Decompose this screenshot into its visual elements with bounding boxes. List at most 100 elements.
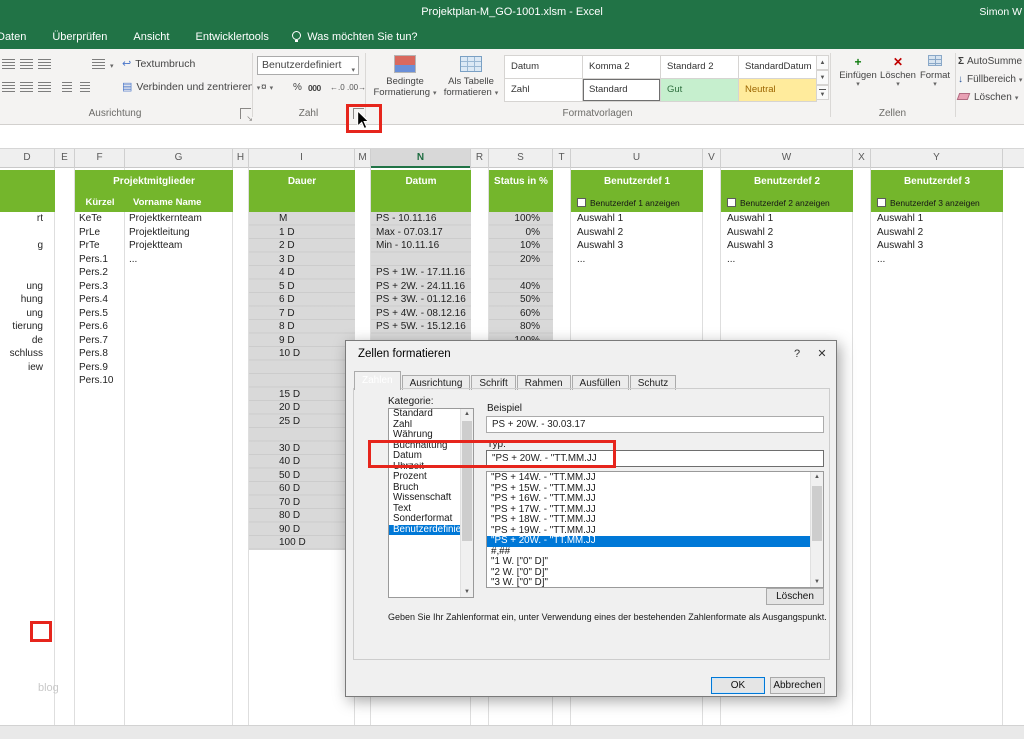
align-top-icon[interactable] — [2, 59, 15, 69]
cell[interactable]: ... — [129, 253, 233, 267]
cell[interactable]: 15 D — [279, 388, 355, 402]
ok-button[interactable]: OK — [711, 677, 765, 694]
cell[interactable]: PS + 2W. - 24.11.16 — [376, 280, 471, 294]
align-right-icon[interactable] — [38, 82, 51, 92]
wrap-text-button[interactable]: ↩Textumbruch — [122, 57, 195, 70]
fill-button[interactable]: ↓Füllbereich▾ — [958, 73, 1022, 88]
format-option[interactable]: "PS + 19W. - "TT.MM.JJ — [487, 526, 810, 537]
category-scrollbar[interactable]: ▲ ▼ — [460, 409, 473, 597]
header-benutzerdef2[interactable]: Benutzerdef 2 Benutzerdef 2 anzeigen — [721, 170, 853, 212]
cell[interactable]: PrTe — [79, 239, 125, 253]
cell[interactable]: 20 D — [279, 401, 355, 415]
scroll-up-icon[interactable]: ▲ — [461, 411, 473, 417]
gallery-down-button[interactable]: ▼ — [816, 70, 829, 85]
format-option[interactable]: "PS + 20W. - "TT.MM.JJ — [487, 536, 810, 547]
header-colD[interactable] — [0, 170, 55, 212]
cell[interactable]: 7 D — [279, 307, 355, 321]
format-option[interactable]: "PS + 16W. - "TT.MM.JJ — [487, 494, 810, 505]
scroll-up-icon[interactable]: ▲ — [811, 474, 823, 480]
cell[interactable]: ... — [727, 253, 853, 267]
align-middle-icon[interactable] — [20, 59, 33, 69]
column-header-X[interactable]: X — [853, 149, 871, 168]
header-datum[interactable]: Datum — [371, 170, 471, 212]
cell[interactable]: Auswahl 3 — [877, 239, 1003, 253]
cell[interactable]: 5 D — [279, 280, 355, 294]
cell[interactable]: KeTe — [79, 212, 125, 226]
cell[interactable]: PrLe — [79, 226, 125, 240]
align-center-icon[interactable] — [20, 82, 33, 92]
cell[interactable] — [0, 266, 43, 280]
header-status[interactable]: Status in % — [489, 170, 553, 212]
cell[interactable]: 70 D — [279, 496, 355, 510]
column-header-W[interactable]: W — [721, 149, 853, 168]
format-option[interactable]: "1 W. ["0" D]" — [487, 557, 810, 568]
cell[interactable]: M — [279, 212, 355, 226]
cell[interactable]: Pers.5 — [79, 307, 125, 321]
cell[interactable]: 40 D — [279, 455, 355, 469]
decrease-decimal-button[interactable]: .00→ — [347, 83, 366, 92]
cell[interactable]: Projektleitung — [129, 226, 233, 240]
account-name[interactable]: Simon W — [979, 0, 1022, 25]
delete-cells-button[interactable]: ✕ Löschen ▾ — [878, 54, 918, 89]
column-header-I[interactable]: I — [249, 149, 355, 168]
benutzerdef1-checkbox[interactable] — [577, 198, 586, 207]
cell[interactable]: Pers.2 — [79, 266, 125, 280]
format-option[interactable]: "PS + 18W. - "TT.MM.JJ — [487, 515, 810, 526]
cell[interactable]: 8 D — [279, 320, 355, 334]
cell[interactable]: ung — [0, 307, 43, 321]
header-dauer[interactable]: Dauer — [249, 170, 355, 212]
scroll-thumb[interactable] — [812, 486, 822, 541]
cell[interactable]: ... — [577, 253, 703, 267]
alignment-dialog-launcher[interactable] — [240, 108, 251, 119]
accounting-format-button[interactable]: ¤▾ — [261, 82, 273, 93]
insert-cells-button[interactable]: + Einfügen ▾ — [838, 54, 878, 89]
cell[interactable]: 60% — [489, 307, 540, 321]
ribbon-tab[interactable]: Überprüfen — [39, 25, 120, 49]
column-header-M[interactable]: M — [355, 149, 371, 168]
align-left-icon[interactable] — [2, 82, 15, 92]
close-button[interactable]: ✕ — [810, 341, 834, 367]
cell[interactable]: 50% — [489, 293, 540, 307]
cell[interactable]: 1 D — [279, 226, 355, 240]
cell[interactable]: Projektkernteam — [129, 212, 233, 226]
cell[interactable]: Projektteam — [129, 239, 233, 253]
column-header-F[interactable]: F — [75, 149, 125, 168]
cell[interactable]: 2 D — [279, 239, 355, 253]
number-format-select[interactable]: Benutzerdefiniert ▾ — [257, 56, 359, 75]
column-header-U[interactable]: U — [571, 149, 703, 168]
format-as-table-button[interactable]: Als Tabelle formatieren▾ — [440, 53, 502, 105]
column-header-S[interactable]: S — [489, 149, 553, 168]
cell[interactable]: tierung — [0, 320, 43, 334]
cell[interactable]: Pers.3 — [79, 280, 125, 294]
gallery-up-button[interactable]: ▲ — [816, 55, 829, 70]
cell[interactable]: 3 D — [279, 253, 355, 267]
column-header-Y[interactable]: Y — [871, 149, 1003, 168]
format-option[interactable]: "3 W. ["0" D]" — [487, 578, 810, 589]
format-scrollbar[interactable]: ▲ ▼ — [810, 472, 823, 587]
style-standard2[interactable]: Standard 2 — [661, 56, 738, 78]
cell[interactable] — [489, 266, 540, 280]
ribbon-tab[interactable]: Ansicht — [120, 25, 182, 49]
cell[interactable]: schluss — [0, 347, 43, 361]
cell[interactable]: Auswahl 1 — [727, 212, 853, 226]
cell[interactable] — [279, 428, 355, 442]
header-benutzerdef3[interactable]: Benutzerdef 3 Benutzerdef 3 anzeigen — [871, 170, 1003, 212]
gallery-more-button[interactable]: ▼ — [816, 85, 829, 100]
cell[interactable]: PS + 3W. - 01.12.16 — [376, 293, 471, 307]
cell[interactable]: 100% — [489, 212, 540, 226]
clear-button[interactable]: Löschen▾ — [958, 91, 1018, 106]
orientation-icon[interactable] — [92, 59, 105, 69]
format-option[interactable]: "2 W. ["0" D]" — [487, 568, 810, 579]
help-button[interactable]: ? — [786, 341, 808, 367]
scroll-thumb[interactable] — [462, 421, 472, 541]
style-komma2[interactable]: Komma 2 — [583, 56, 660, 78]
cell[interactable]: ... — [877, 253, 1003, 267]
cell[interactable]: 80% — [489, 320, 540, 334]
column-header-H[interactable]: H — [233, 149, 249, 168]
tell-me-box[interactable]: Was möchten Sie tun? — [292, 25, 417, 49]
style-gut[interactable]: Gut — [661, 79, 738, 101]
format-option[interactable]: "PS + 14W. - "TT.MM.JJ — [487, 473, 810, 484]
cell[interactable]: Auswahl 3 — [577, 239, 703, 253]
cell[interactable]: Pers.4 — [79, 293, 125, 307]
cell[interactable]: PS + 1W. - 17.11.16 — [376, 266, 471, 280]
